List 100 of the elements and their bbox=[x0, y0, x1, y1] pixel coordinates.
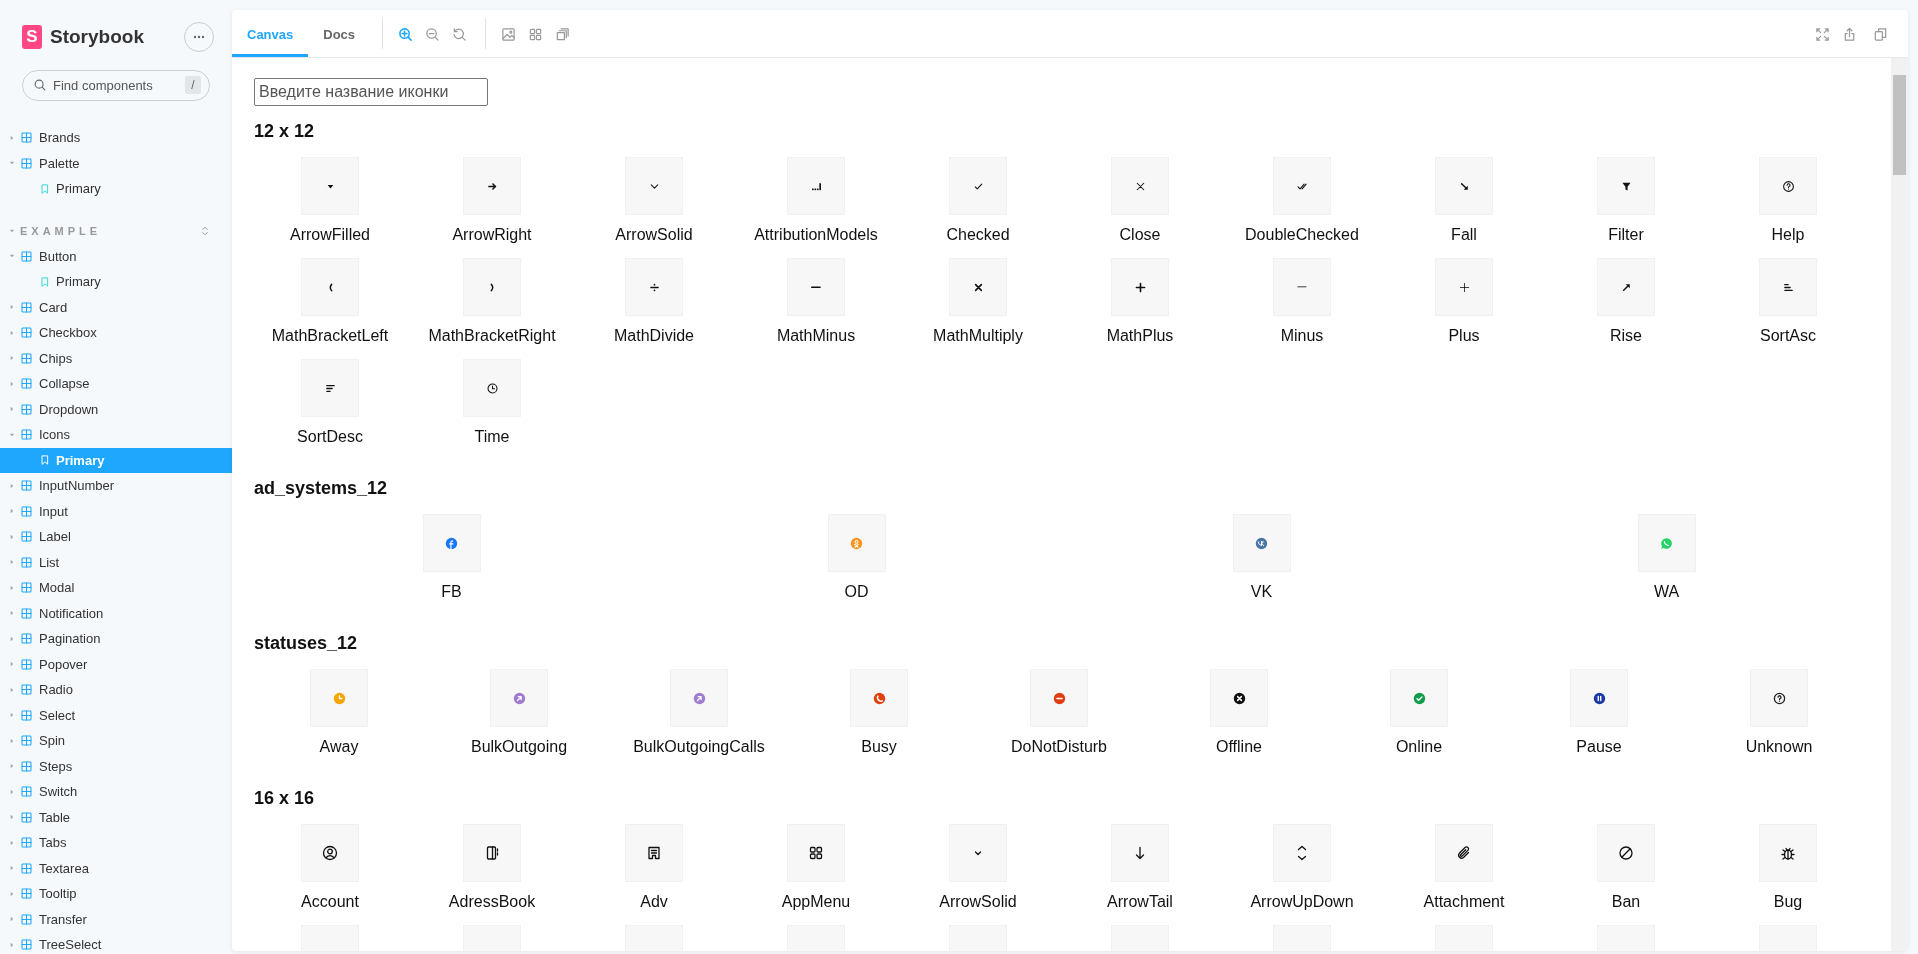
icon-name: Ban bbox=[1611, 892, 1641, 912]
document-icon bbox=[646, 845, 662, 861]
tree-item[interactable]: Chips bbox=[0, 345, 232, 371]
icon-name: ArrowFilled bbox=[290, 225, 370, 245]
component-icon bbox=[20, 632, 33, 646]
tree-item[interactable]: Brands bbox=[0, 125, 232, 151]
tree-item[interactable]: Checkbox bbox=[0, 320, 232, 346]
tree-item[interactable]: Collapse bbox=[0, 371, 232, 397]
icon-name: DoubleChecked bbox=[1245, 225, 1359, 245]
tree-item[interactable]: List bbox=[0, 549, 232, 575]
tree-item[interactable]: Spin bbox=[0, 728, 232, 754]
tree-item[interactable]: Table bbox=[0, 804, 232, 830]
tree-item[interactable]: Steps bbox=[0, 753, 232, 779]
component-icon bbox=[20, 657, 33, 671]
plus-icon bbox=[1457, 280, 1471, 294]
component-icon bbox=[20, 785, 33, 799]
icon-name: Away bbox=[319, 737, 359, 757]
tree-item[interactable]: Transfer bbox=[0, 906, 232, 932]
component-icon bbox=[20, 759, 33, 773]
component-icon bbox=[20, 428, 33, 442]
component-icon bbox=[20, 938, 33, 952]
component-icon bbox=[20, 377, 33, 391]
icon-name: BulkOutgoing bbox=[470, 737, 568, 757]
icon-name: Checked bbox=[946, 225, 1010, 245]
section-heading: statuses_12 bbox=[254, 632, 359, 655]
component-icon bbox=[20, 683, 33, 697]
tree-item[interactable]: Tooltip bbox=[0, 881, 232, 907]
icon-name: ArrowSolid bbox=[615, 225, 693, 245]
tree-item[interactable]: Icons bbox=[0, 422, 232, 448]
tree-item[interactable]: InputNumber bbox=[0, 473, 232, 499]
tree-item[interactable]: Input bbox=[0, 498, 232, 524]
icon-name: Plus bbox=[1448, 326, 1480, 346]
tree-item[interactable]: Textarea bbox=[0, 855, 232, 881]
story-item[interactable]: Primary bbox=[0, 269, 232, 295]
story-item[interactable]: Primary bbox=[0, 176, 232, 202]
app-grid-icon bbox=[808, 845, 824, 861]
icon-name: Rise bbox=[1610, 326, 1642, 346]
ban-icon bbox=[1618, 845, 1634, 861]
component-icon bbox=[20, 836, 33, 850]
icon-name: AttributionModels bbox=[754, 225, 878, 245]
component-icon bbox=[20, 734, 33, 748]
paperclip-icon bbox=[1456, 845, 1472, 861]
tree-item[interactable]: Radio bbox=[0, 677, 232, 703]
icon-name: Online bbox=[1395, 737, 1443, 757]
icon-name: MathBracketRight bbox=[428, 326, 556, 346]
tree-item[interactable]: Palette bbox=[0, 150, 232, 176]
component-icon bbox=[20, 300, 33, 314]
icon-name: Help bbox=[1771, 225, 1805, 245]
tree-item[interactable]: Button bbox=[0, 243, 232, 269]
tree-item[interactable]: TreeSelect bbox=[0, 932, 232, 954]
icon-name: ArrowRight bbox=[452, 225, 532, 245]
share-icon bbox=[1842, 26, 1857, 42]
icon-name: Time bbox=[474, 427, 510, 447]
search-field[interactable]: Введите название иконки bbox=[254, 78, 488, 106]
icon-name: MathMinus bbox=[776, 326, 856, 346]
tree-item[interactable]: Switch bbox=[0, 779, 232, 805]
copy-icon bbox=[1873, 26, 1888, 42]
icon-name: SortAsc bbox=[1760, 326, 1816, 346]
clock-icon bbox=[485, 381, 499, 395]
icon-name: Unknown bbox=[1745, 737, 1813, 757]
tree-item[interactable]: Dropdown bbox=[0, 396, 232, 422]
tree-item[interactable]: Modal bbox=[0, 575, 232, 601]
icon-name: ArrowSolid bbox=[939, 892, 1017, 912]
component-icon bbox=[20, 530, 33, 544]
bookmark-icon bbox=[39, 454, 51, 467]
component-icon bbox=[20, 708, 33, 722]
scrollbar[interactable] bbox=[1891, 58, 1908, 951]
minus-icon bbox=[1297, 286, 1307, 288]
tree-item[interactable]: Select bbox=[0, 702, 232, 728]
component-icon bbox=[20, 912, 33, 926]
icon-name: Busy bbox=[861, 737, 897, 757]
section-heading: 16 x 16 bbox=[254, 787, 316, 810]
component-icon bbox=[20, 581, 33, 595]
tree-item[interactable]: Popover bbox=[0, 651, 232, 677]
component-icon bbox=[20, 156, 33, 170]
tree-item[interactable]: Label bbox=[0, 524, 232, 550]
address-book-icon bbox=[484, 845, 500, 861]
search-icon bbox=[33, 78, 47, 92]
component-icon bbox=[20, 606, 33, 620]
tree-item[interactable]: Card bbox=[0, 294, 232, 320]
icon-name: DoNotDisturb bbox=[1011, 737, 1107, 757]
logo-text: Storybook bbox=[50, 26, 145, 48]
section-heading: ad_systems_12 bbox=[254, 477, 389, 500]
icon-name: ArrowTail bbox=[1107, 892, 1173, 912]
tree-item[interactable]: Tabs bbox=[0, 830, 232, 856]
shortcut-key: / bbox=[185, 76, 201, 94]
component-icon bbox=[20, 479, 33, 493]
icon-name: MathMultiply bbox=[933, 326, 1023, 346]
tree-item[interactable]: Pagination bbox=[0, 626, 232, 652]
component-icon bbox=[20, 131, 33, 145]
bug-icon bbox=[1780, 845, 1796, 861]
icon-name: MathPlus bbox=[1106, 326, 1174, 346]
icon-name: Close bbox=[1119, 225, 1161, 245]
tab[interactable]: Docs bbox=[308, 15, 371, 57]
component-icon bbox=[20, 402, 33, 416]
icon-name: Fall bbox=[1451, 225, 1477, 245]
icon-name: AppMenu bbox=[781, 892, 851, 912]
component-icon bbox=[20, 504, 33, 518]
tree-item[interactable]: Notification bbox=[0, 600, 232, 626]
component-icon bbox=[20, 249, 33, 263]
